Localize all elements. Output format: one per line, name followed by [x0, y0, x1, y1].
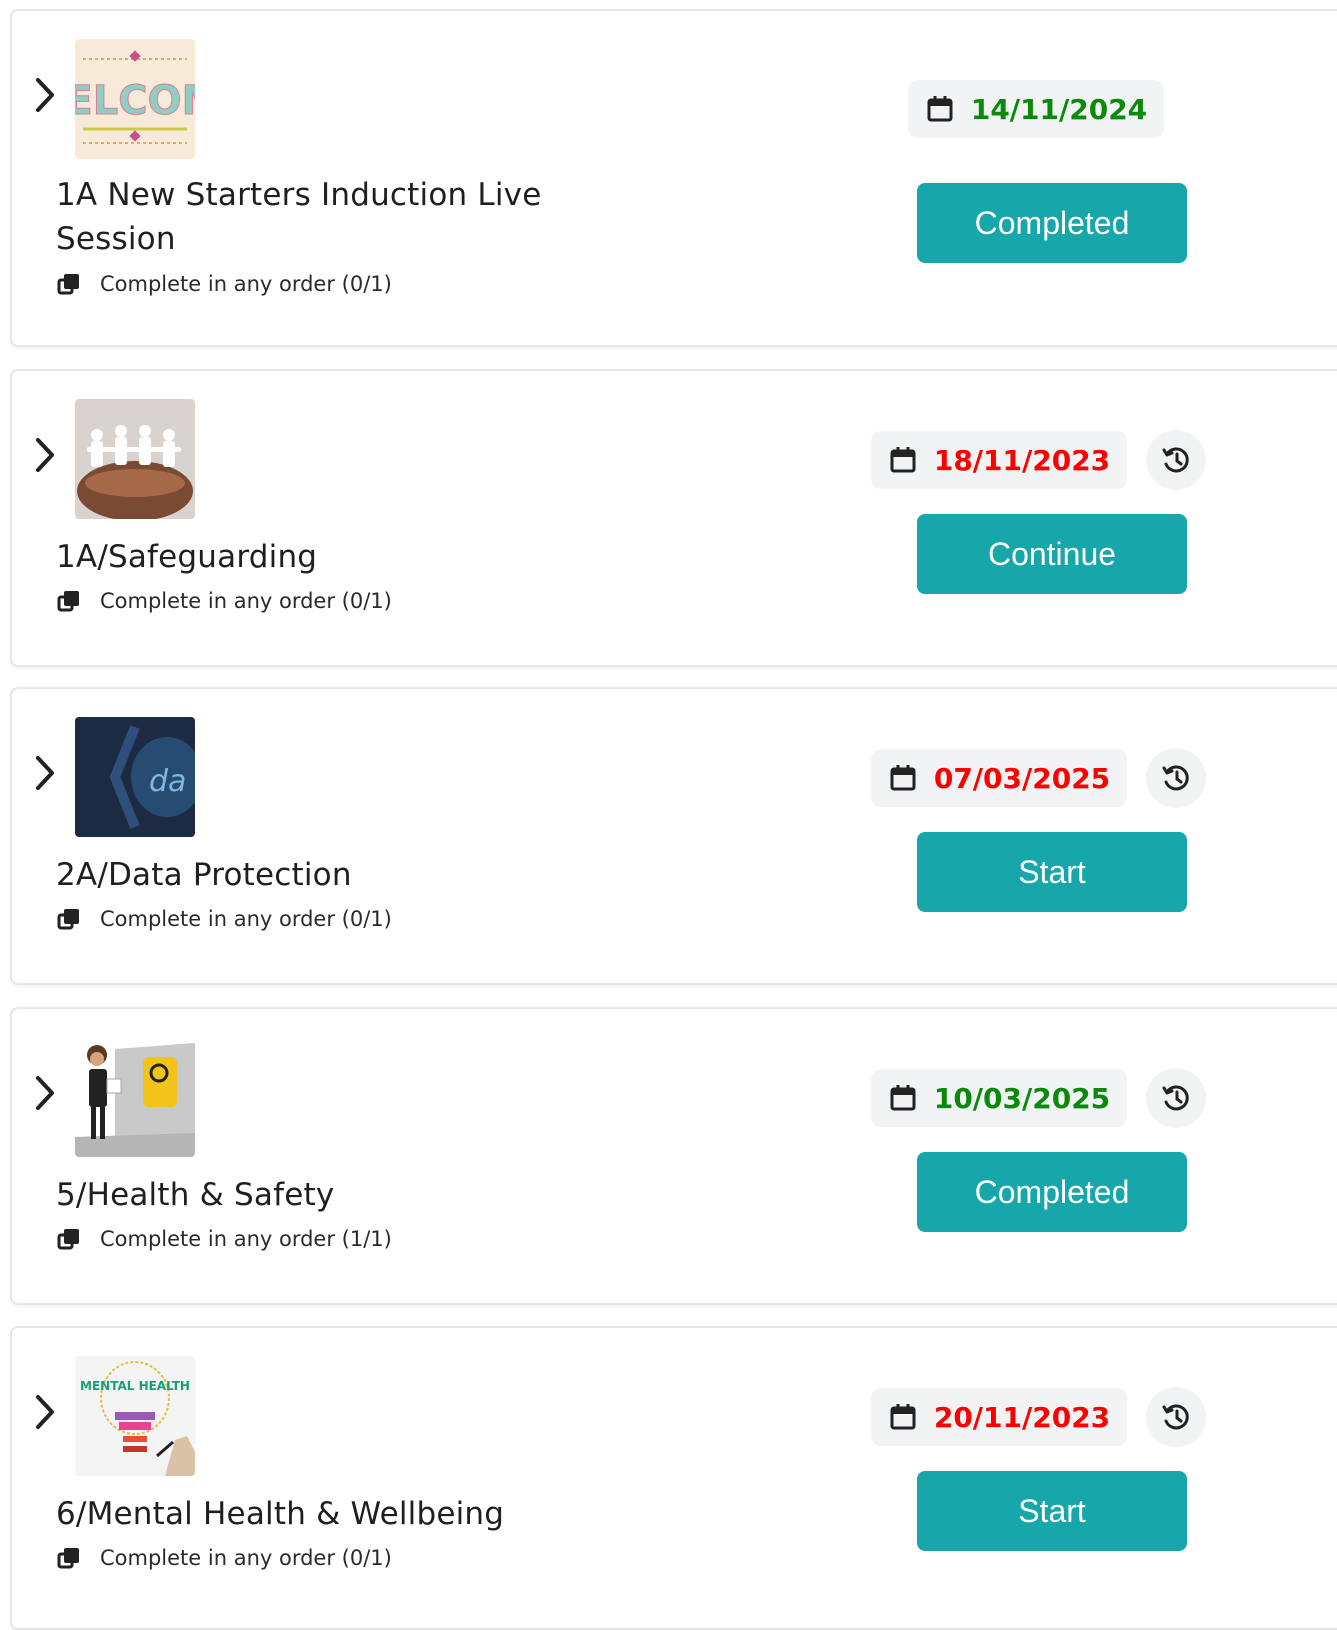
due-date-pill: 14/11/2024	[908, 80, 1164, 138]
expand-chevron-icon[interactable]	[32, 74, 58, 116]
history-button[interactable]	[1146, 1387, 1206, 1447]
copy-stack-icon	[57, 274, 79, 295]
completion-order: Complete in any order (0/1)	[56, 1543, 392, 1573]
copy-stack-icon	[57, 909, 79, 930]
history-button[interactable]	[1146, 748, 1206, 808]
due-date-pill: 20/11/2023	[871, 1388, 1127, 1446]
calendar-icon	[890, 447, 916, 473]
welcome-thumbnail-text: WELCOME	[75, 78, 195, 124]
copy-stack-icon	[57, 1229, 79, 1250]
course-title: 5/Health & Safety	[56, 1177, 335, 1213]
completion-order-text: Complete in any order (0/1)	[100, 1546, 392, 1570]
course-title: 1A/Safeguarding	[56, 539, 318, 575]
calendar-icon	[890, 765, 916, 791]
course-card-2: 1A/Safeguarding Complete in any order (0…	[10, 369, 1337, 667]
completion-order-text: Complete in any order (0/1)	[100, 589, 392, 613]
calendar-icon	[890, 1085, 916, 1111]
course-card-3: da 2A/Data Protection Complete in any or…	[10, 687, 1337, 985]
due-date-pill: 07/03/2025	[871, 749, 1127, 807]
history-icon	[1162, 1085, 1189, 1111]
due-date-pill: 18/11/2023	[871, 431, 1127, 489]
copy-stack-icon	[57, 591, 79, 612]
completion-order-text: Complete in any order (0/1)	[100, 272, 392, 296]
calendar-icon	[890, 1404, 916, 1430]
course-thumbnail-safeguarding	[75, 399, 195, 519]
expand-chevron-icon[interactable]	[32, 1072, 58, 1114]
course-card-4: 5/Health & Safety Complete in any order …	[10, 1007, 1337, 1305]
history-icon	[1162, 447, 1189, 473]
course-title: 6/Mental Health & Wellbeing	[56, 1496, 505, 1532]
data-protection-thumbnail-text: da	[149, 764, 186, 799]
expand-chevron-icon[interactable]	[32, 434, 58, 476]
expand-chevron-icon[interactable]	[32, 1391, 58, 1433]
history-icon	[1162, 765, 1189, 791]
completion-order-text: Complete in any order (0/1)	[100, 907, 392, 931]
due-date-text: 07/03/2025	[933, 761, 1111, 795]
course-title: 1A New Starters Induction Live Session	[56, 177, 542, 257]
due-date-text: 14/11/2024	[970, 92, 1148, 126]
mental-health-thumbnail-text: MENTAL HEALTH	[80, 1379, 190, 1393]
completion-order: Complete in any order (0/1)	[56, 904, 392, 934]
course-thumbnail-welcome: WELCOME	[75, 39, 195, 159]
completion-order: Complete in any order (0/1)	[56, 269, 392, 299]
copy-stack-icon	[57, 1548, 79, 1569]
course-action-button[interactable]: Continue	[917, 514, 1187, 594]
course-card-1: WELCOME 1A New Starters Induction Live S…	[10, 9, 1337, 347]
course-thumbnail-health-safety	[75, 1037, 195, 1157]
expand-chevron-icon[interactable]	[32, 752, 58, 794]
course-action-button[interactable]: Completed	[917, 1152, 1187, 1232]
history-button[interactable]	[1146, 1068, 1206, 1128]
calendar-icon	[927, 96, 953, 122]
course-thumbnail-mental-health: MENTAL HEALTH	[75, 1356, 195, 1476]
course-thumbnail-data-protection: da	[75, 717, 195, 837]
course-action-button[interactable]: Start	[917, 832, 1187, 912]
course-action-button[interactable]: Start	[917, 1471, 1187, 1551]
history-icon	[1162, 1404, 1189, 1430]
course-card-5: MENTAL HEALTH 6/Mental Health & Wellbein…	[10, 1326, 1337, 1630]
history-button[interactable]	[1146, 430, 1206, 490]
completion-order: Complete in any order (0/1)	[56, 586, 392, 616]
due-date-text: 18/11/2023	[933, 443, 1111, 477]
completion-order-text: Complete in any order (1/1)	[100, 1227, 392, 1251]
completion-order: Complete in any order (1/1)	[56, 1224, 392, 1254]
course-title: 2A/Data Protection	[56, 857, 352, 893]
course-action-button[interactable]: Completed	[917, 183, 1187, 263]
due-date-text: 10/03/2025	[933, 1081, 1111, 1115]
due-date-pill: 10/03/2025	[871, 1069, 1127, 1127]
due-date-text: 20/11/2023	[933, 1400, 1111, 1434]
